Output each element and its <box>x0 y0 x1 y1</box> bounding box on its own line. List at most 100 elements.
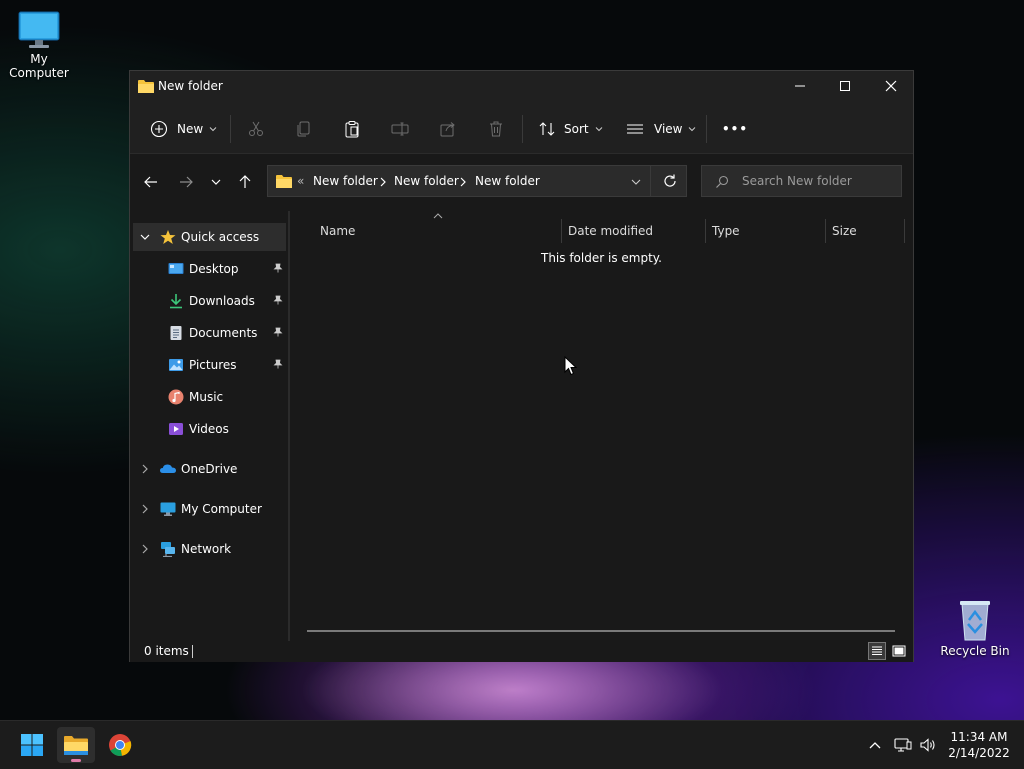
copy-icon <box>297 121 310 137</box>
column-header-separator[interactable] <box>705 219 706 243</box>
toolbar-separator <box>522 115 523 143</box>
details-view-button[interactable] <box>868 642 886 660</box>
column-header-type[interactable]: Type <box>712 219 822 243</box>
view-button[interactable]: View <box>626 117 697 141</box>
column-header-name[interactable]: Name <box>320 213 560 243</box>
start-button[interactable] <box>13 727 51 763</box>
paste-button[interactable] <box>343 117 361 141</box>
recent-locations-button[interactable] <box>204 170 228 194</box>
desktop-icon-recycle-bin[interactable]: Recycle Bin <box>937 598 1013 658</box>
chevron-right-icon[interactable] <box>139 463 151 475</box>
share-button[interactable] <box>439 117 457 141</box>
new-button[interactable]: New <box>150 117 218 141</box>
details-view-icon <box>872 646 882 655</box>
taskbar-clock[interactable]: 11:34 AM 2/14/2022 <box>944 729 1014 761</box>
folder-icon <box>138 80 154 93</box>
command-bar: New Sort View ••• <box>130 103 913 154</box>
column-header-separator[interactable] <box>904 219 905 243</box>
search-box[interactable] <box>701 165 902 197</box>
rename-icon <box>391 122 409 136</box>
star-icon <box>160 230 176 244</box>
desktop-icon-label: My Computer <box>9 52 69 80</box>
sidebar-item-videos[interactable]: Videos <box>133 415 286 443</box>
address-bar[interactable]: « New folder New folder New folder <box>267 165 687 197</box>
chevron-down-icon[interactable] <box>630 176 642 188</box>
sidebar-item-label: Network <box>181 542 232 556</box>
sidebar-item-documents[interactable]: Documents <box>133 319 286 347</box>
cut-button[interactable] <box>247 117 265 141</box>
rename-button[interactable] <box>391 117 409 141</box>
sidebar-item-desktop[interactable]: Desktop <box>133 255 286 283</box>
sidebar-item-pictures[interactable]: Pictures <box>133 351 286 379</box>
pin-icon[interactable] <box>273 295 283 305</box>
more-options-button[interactable]: ••• <box>722 117 748 141</box>
up-button[interactable] <box>233 170 257 194</box>
column-header-separator[interactable] <box>825 219 826 243</box>
title-bar[interactable]: New folder <box>130 71 913 103</box>
sidebar-item-label: Music <box>189 390 224 404</box>
sort-button-label: Sort <box>564 122 589 136</box>
column-header-separator[interactable] <box>561 219 562 243</box>
large-icons-view-icon <box>892 645 906 657</box>
chevron-down-icon <box>209 127 217 132</box>
download-arrow-icon <box>170 294 182 309</box>
chevron-right-icon[interactable] <box>139 543 151 555</box>
sidebar-item-quick-access[interactable]: Quick access <box>133 223 286 251</box>
clock-time: 11:34 AM <box>950 730 1008 744</box>
breadcrumb-item[interactable]: New folder <box>394 174 459 188</box>
refresh-icon[interactable] <box>662 173 678 189</box>
clock-date: 2/14/2022 <box>948 746 1010 760</box>
file-list[interactable]: Name Date modified Type Size This folder… <box>290 211 913 641</box>
chevron-up-icon <box>869 742 881 749</box>
network-icon <box>161 542 175 557</box>
sidebar-item-network[interactable]: Network <box>133 535 286 563</box>
breadcrumb-item[interactable]: New folder <box>475 174 540 188</box>
clipboard-icon <box>345 121 359 138</box>
sidebar-item-onedrive[interactable]: OneDrive <box>133 455 286 483</box>
plus-circle-icon <box>150 120 168 138</box>
back-button[interactable] <box>139 170 163 194</box>
sidebar-item-downloads[interactable]: Downloads <box>133 287 286 315</box>
show-hidden-icons-button[interactable] <box>866 735 884 755</box>
sidebar-item-label: Quick access <box>181 230 260 244</box>
chevron-down-icon[interactable] <box>139 231 151 243</box>
network-status-button[interactable] <box>893 735 913 755</box>
chrome-icon <box>109 734 132 756</box>
pin-icon[interactable] <box>273 359 283 369</box>
window-title: New folder <box>158 79 223 93</box>
taskbar-chrome[interactable] <box>101 727 139 763</box>
pin-icon[interactable] <box>273 263 283 273</box>
active-app-indicator <box>71 759 81 762</box>
column-header-label: Size <box>832 224 857 238</box>
desktop-icon-my-computer[interactable]: My Computer <box>1 10 77 80</box>
minimize-button[interactable] <box>777 71 823 101</box>
chevron-right-icon[interactable] <box>139 503 151 515</box>
delete-button[interactable] <box>487 117 505 141</box>
volume-button[interactable] <box>918 735 938 755</box>
close-button[interactable] <box>868 71 914 101</box>
sidebar-item-my-computer[interactable]: My Computer <box>133 495 286 523</box>
forward-button[interactable] <box>174 170 198 194</box>
chevron-right-icon[interactable] <box>379 177 387 187</box>
maximize-button[interactable] <box>822 71 868 101</box>
column-header-size[interactable]: Size <box>832 219 902 243</box>
search-input[interactable] <box>740 173 894 189</box>
chevron-right-icon[interactable] <box>459 177 467 187</box>
column-header-date-modified[interactable]: Date modified <box>568 219 703 243</box>
column-header-label: Type <box>712 224 740 238</box>
taskbar-file-explorer[interactable] <box>57 727 95 763</box>
navigation-bar: « New folder New folder New folder <box>130 154 913 210</box>
close-icon <box>885 80 897 92</box>
horizontal-scrollbar[interactable] <box>307 630 895 632</box>
column-header-label: Name <box>320 224 356 238</box>
breadcrumb-overflow[interactable]: « <box>297 174 304 188</box>
sort-button[interactable]: Sort <box>538 117 604 141</box>
pin-icon[interactable] <box>273 327 283 337</box>
copy-button[interactable] <box>295 117 313 141</box>
network-wired-icon <box>894 738 912 752</box>
large-icons-view-button[interactable] <box>890 642 908 660</box>
arrow-left-icon <box>144 176 157 188</box>
mouse-cursor-icon <box>564 356 578 376</box>
sidebar-item-music[interactable]: Music <box>133 383 286 411</box>
breadcrumb-item[interactable]: New folder <box>313 174 378 188</box>
